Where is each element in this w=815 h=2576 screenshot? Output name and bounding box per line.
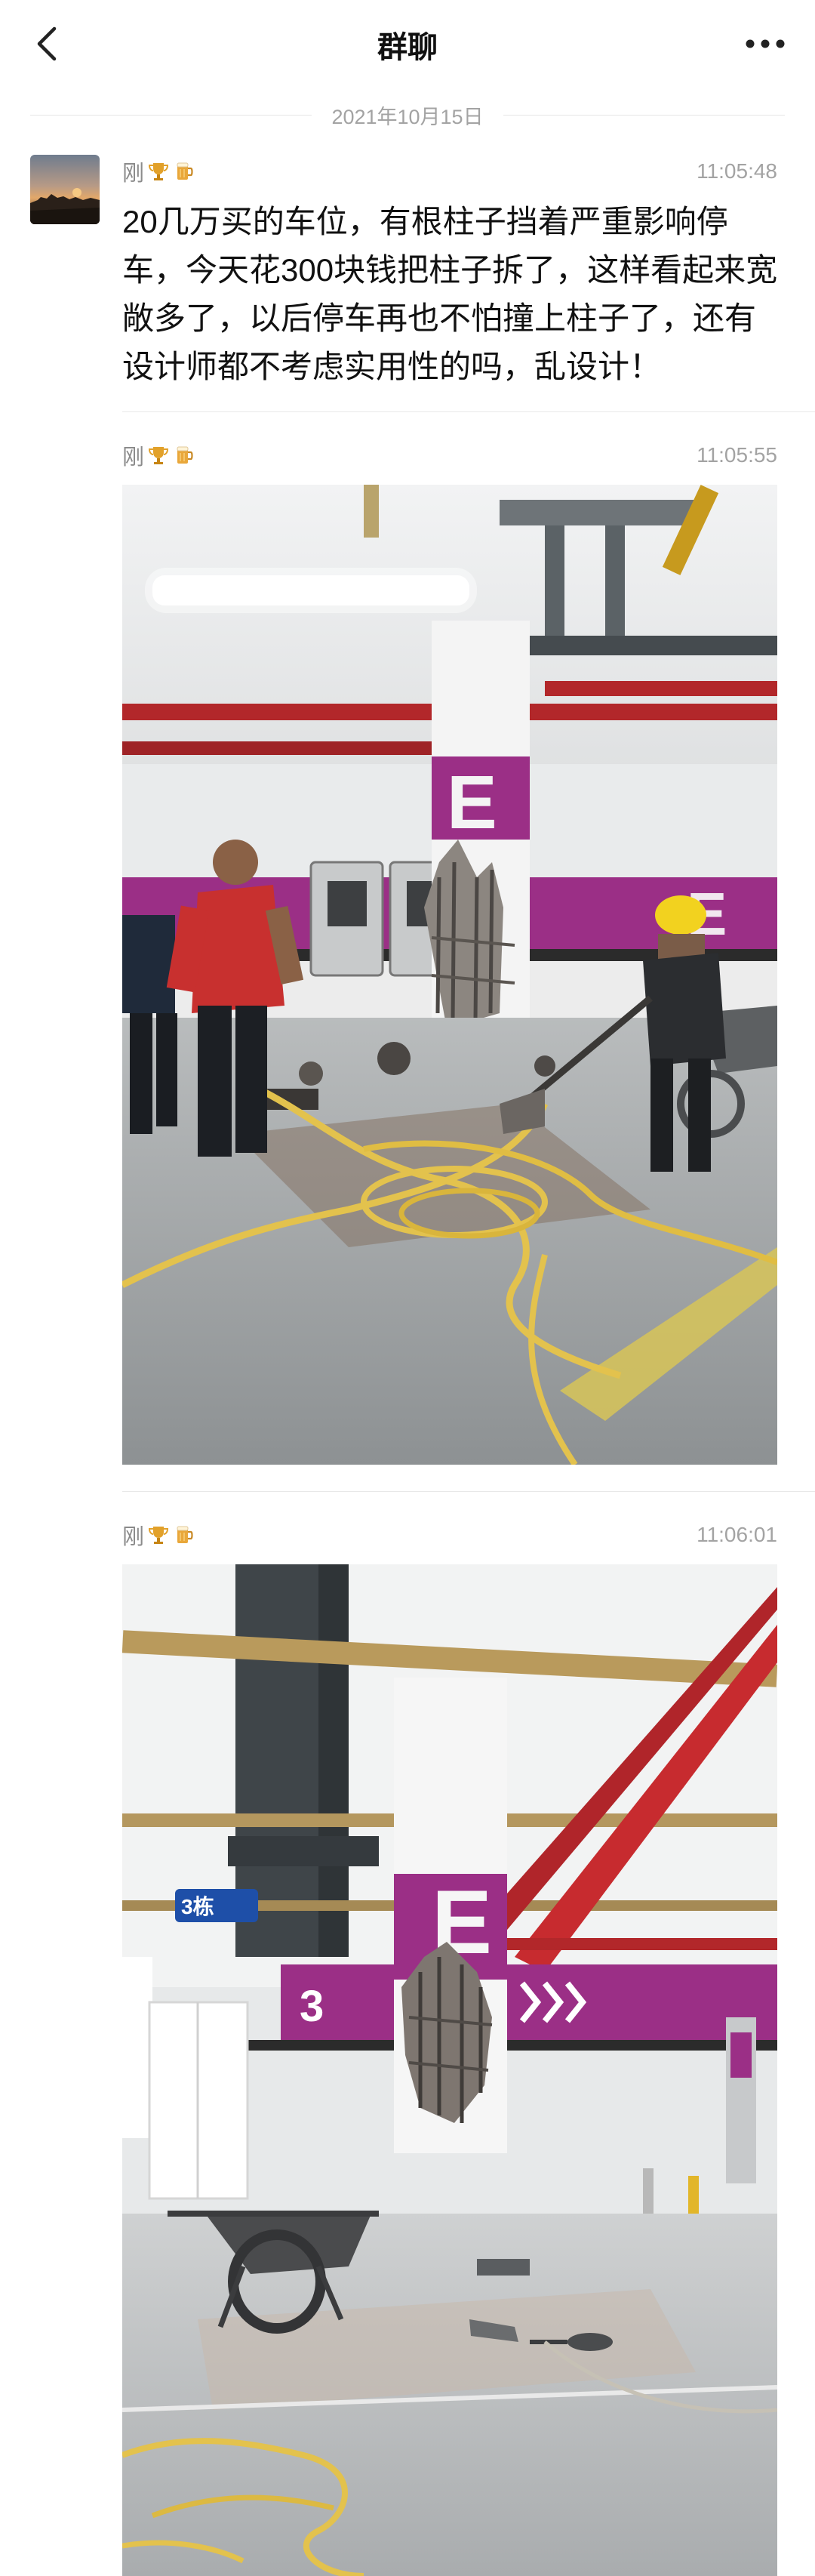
separator-line	[503, 114, 786, 116]
sign-number: 3	[300, 1982, 324, 2031]
message-header: 刚 11:05:55	[122, 440, 777, 470]
message-time: 11:05:55	[697, 443, 777, 467]
sender-name[interactable]: 刚	[122, 1519, 144, 1551]
message-image[interactable]: E E	[122, 485, 777, 1465]
page-title: 群聊	[377, 31, 438, 64]
message-header: 刚 11:05:48	[122, 156, 777, 186]
back-button[interactable]	[26, 21, 71, 66]
sender-name[interactable]: 刚	[122, 439, 144, 471]
top-bar: 群聊	[0, 0, 815, 89]
message-header: 刚 11:06:01	[122, 1520, 777, 1550]
date-separator: 2021年10月15日	[30, 100, 786, 130]
message-image[interactable]: 3 3栋 E	[122, 1564, 777, 2576]
trophy-icon	[149, 1527, 169, 1544]
avatar[interactable]	[30, 155, 100, 224]
beer-icon	[177, 162, 193, 180]
message-time: 11:05:48	[697, 159, 777, 183]
sign-letter: E	[447, 760, 497, 845]
sign-building: 3栋	[181, 1894, 214, 1918]
beer-icon	[177, 446, 193, 464]
message-divider	[122, 1491, 815, 1492]
separator-line	[30, 114, 312, 116]
beer-icon	[177, 1526, 193, 1543]
message-text: 20几万买的车位，有根柱子挡着严重影响停车，今天花300块钱把柱子拆了，这样看起…	[122, 204, 778, 384]
trophy-icon	[149, 447, 169, 464]
date-label: 2021年10月15日	[331, 105, 484, 128]
message-time: 11:06:01	[697, 1523, 777, 1546]
trophy-icon	[149, 163, 169, 180]
more-button[interactable]	[738, 24, 792, 63]
chevron-left-icon	[37, 26, 57, 61]
more-dots-icon	[746, 39, 785, 48]
sender-name[interactable]: 刚	[122, 156, 144, 187]
message-divider	[122, 411, 815, 412]
